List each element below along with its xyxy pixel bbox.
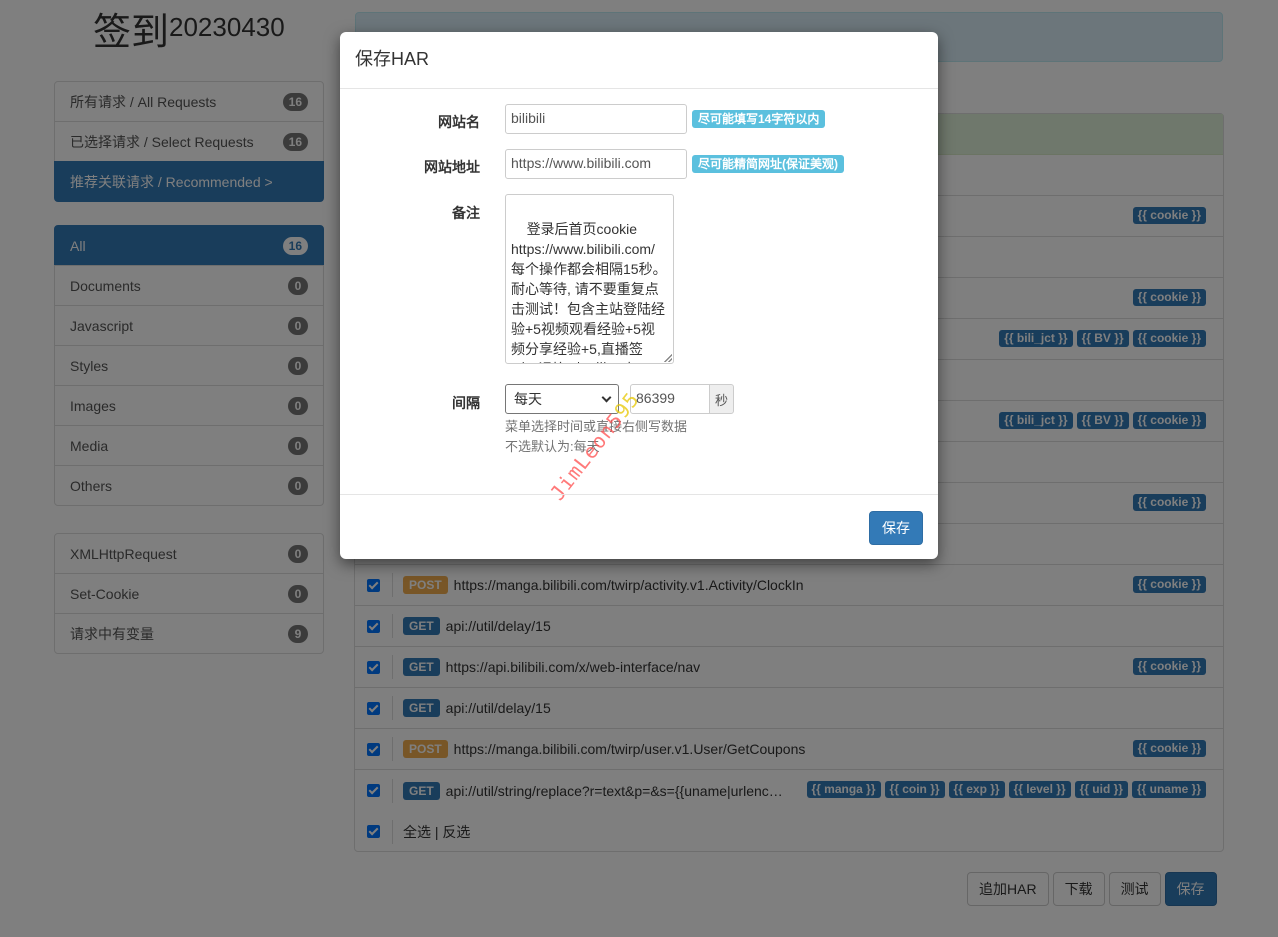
resize-grip-icon[interactable] <box>664 354 672 362</box>
site-url-input[interactable]: https://www.bilibili.com <box>505 149 687 179</box>
seconds-unit-addon: 秒 <box>709 384 734 414</box>
site-name-input[interactable]: bilibili <box>505 104 687 134</box>
save-har-modal: 保存HAR 网站名 bilibili 尽可能填写14字符以内 网站地址 http… <box>340 32 938 559</box>
site-url-label: 网站地址 <box>424 159 480 175</box>
interval-select-value: 每天 <box>514 391 542 407</box>
modal-title: 保存HAR <box>355 49 430 69</box>
note-textarea[interactable]: 登录后首页cookie https://www.bilibili.com/ 每个… <box>505 194 674 364</box>
site-url-hint: 尽可能精简网址(保证美观) <box>692 155 844 173</box>
modal-save-button[interactable]: 保存 <box>869 511 923 545</box>
note-label: 备注 <box>452 205 480 221</box>
note-text: 登录后首页cookie https://www.bilibili.com/ 每个… <box>511 221 667 363</box>
interval-select[interactable]: 每天 <box>505 384 619 414</box>
chevron-down-icon <box>601 392 612 402</box>
modal-footer: 保存 <box>340 494 938 559</box>
interval-label: 间隔 <box>452 395 480 411</box>
site-name-label: 网站名 <box>438 114 480 130</box>
site-name-hint: 尽可能填写14字符以内 <box>692 110 826 128</box>
modal-header: 保存HAR <box>340 32 938 89</box>
interval-seconds-input[interactable]: 86399 <box>630 384 710 414</box>
